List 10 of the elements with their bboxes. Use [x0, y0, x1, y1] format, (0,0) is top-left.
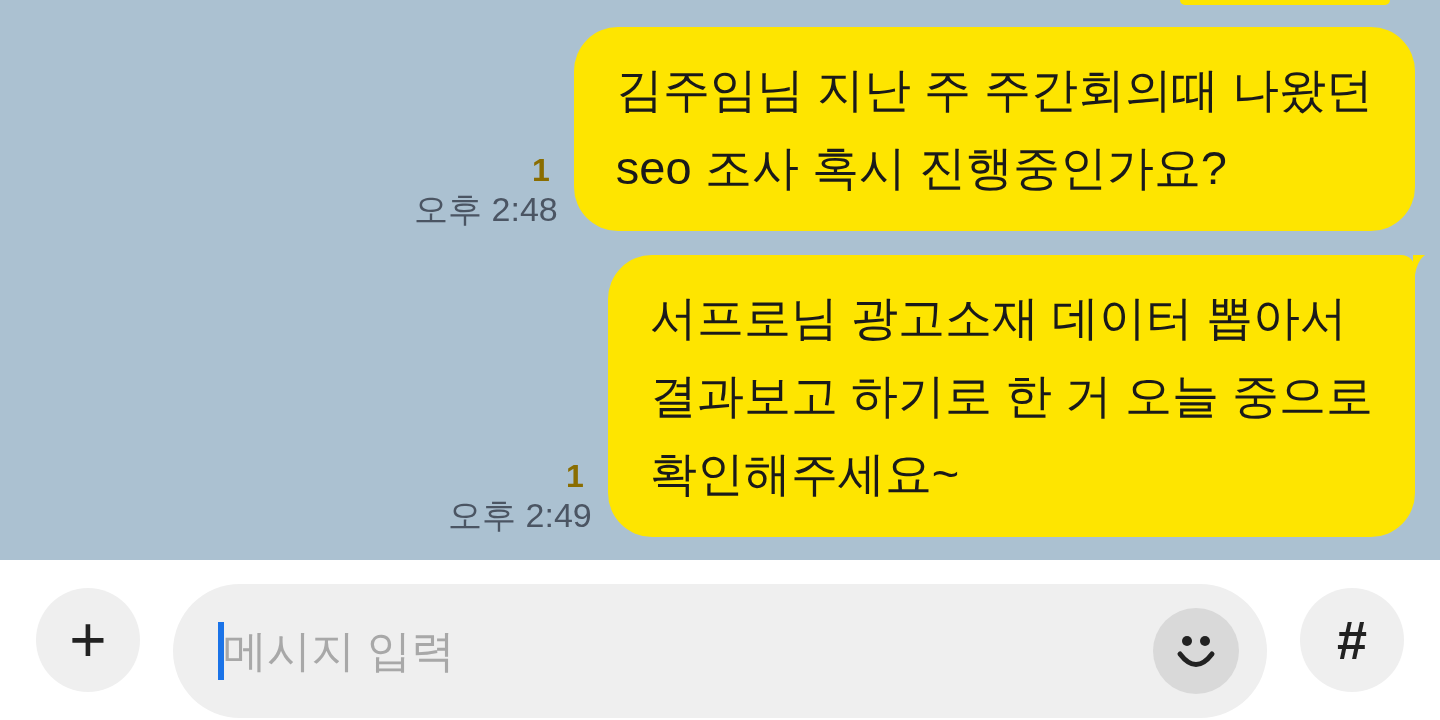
message-bubble: 서프로님 광고소재 데이터 뽑아서 결과보고 하기로 한 거 오늘 중으로 확인해주세요~: [607, 255, 1415, 537]
message-time: 오후 2:48: [414, 189, 558, 229]
message-bubble: 김주임님 지난 주 주간회의때 나왔던 seo 조사 혹시 진행중인가요?: [573, 27, 1415, 231]
unread-count: 1: [565, 457, 584, 495]
add-button[interactable]: +: [36, 588, 140, 692]
unread-count: 1: [531, 151, 550, 189]
message-time: 오후 2:49: [448, 495, 592, 535]
message-input[interactable]: 메시지 입력: [223, 618, 1153, 684]
message-field[interactable]: 메시지 입력: [173, 584, 1267, 718]
hashtag-button[interactable]: #: [1300, 588, 1404, 692]
